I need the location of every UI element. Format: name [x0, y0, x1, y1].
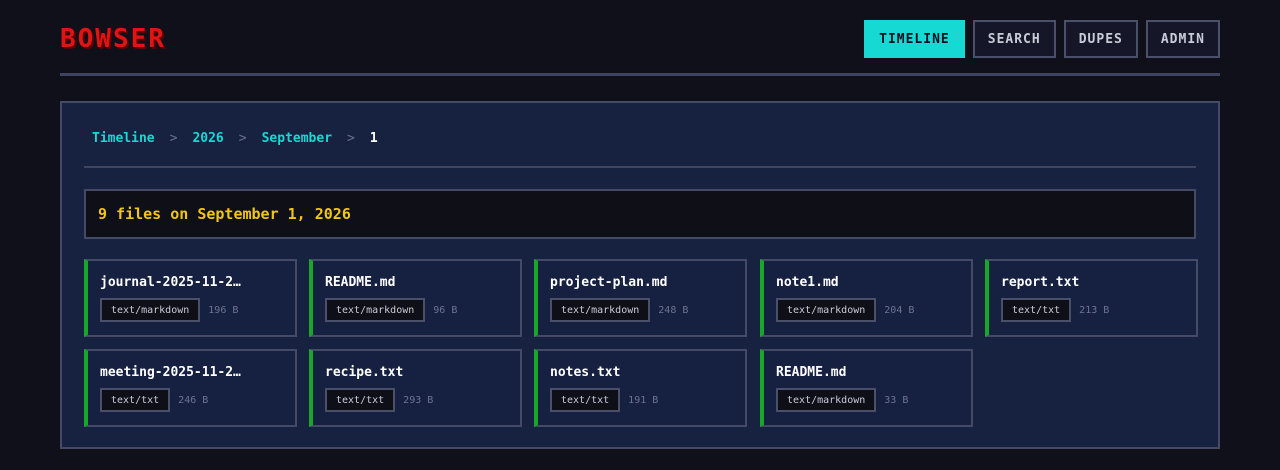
file-meta: text/markdown 248 B — [550, 298, 688, 322]
app-header: BOWSER TIMELINE SEARCH DUPES ADMIN — [60, 20, 1220, 58]
breadcrumb-separator: > — [347, 130, 355, 146]
mime-type-badge: text/markdown — [776, 388, 877, 412]
file-card[interactable]: meeting-2025-11-2… text/txt 246 B — [84, 349, 297, 427]
header-divider — [60, 73, 1220, 76]
file-size: 293 B — [403, 394, 434, 406]
mime-type-badge: text/markdown — [550, 298, 651, 322]
file-count-summary: 9 files on September 1, 2026 — [84, 189, 1196, 239]
breadcrumb-month-link[interactable]: September — [262, 131, 332, 146]
mime-type-badge: text/markdown — [100, 298, 201, 322]
mime-type-badge: text/txt — [100, 388, 171, 412]
file-size: 96 B — [433, 304, 458, 316]
file-name: README.md — [776, 365, 847, 380]
file-name: report.txt — [1001, 275, 1080, 290]
nav-dupes-button[interactable]: DUPES — [1063, 20, 1138, 58]
file-card[interactable]: notes.txt text/txt 191 B — [534, 349, 747, 427]
file-meta: text/markdown 33 B — [776, 388, 908, 412]
breadcrumb-timeline-link[interactable]: Timeline — [92, 131, 155, 146]
mime-type-badge: text/txt — [1001, 298, 1072, 322]
file-name: README.md — [325, 275, 396, 290]
file-card[interactable]: README.md text/markdown 96 B — [309, 259, 522, 337]
breadcrumb-separator: > — [238, 130, 247, 146]
file-size: 213 B — [1079, 304, 1110, 316]
file-name: note1.md — [776, 275, 839, 290]
file-size: 248 B — [658, 304, 689, 316]
file-size: 33 B — [884, 394, 909, 406]
file-name: notes.txt — [550, 365, 621, 380]
file-name: meeting-2025-11-2… — [100, 365, 241, 380]
breadcrumb-separator: > — [169, 130, 178, 146]
breadcrumb-year-link[interactable]: 2026 — [192, 131, 223, 146]
file-name: recipe.txt — [325, 365, 404, 380]
breadcrumb: Timeline > 2026 > September > 1 — [92, 129, 378, 147]
nav-timeline-button[interactable]: TIMELINE — [864, 20, 965, 58]
file-card[interactable]: README.md text/markdown 33 B — [760, 349, 973, 427]
file-card[interactable]: recipe.txt text/txt 293 B — [309, 349, 522, 427]
nav-search-button[interactable]: SEARCH — [972, 20, 1056, 58]
main-nav: TIMELINE SEARCH DUPES ADMIN — [864, 20, 1220, 58]
timeline-panel: Timeline > 2026 > September > 1 9 files … — [60, 101, 1220, 449]
app-logo[interactable]: BOWSER — [60, 24, 166, 54]
file-size: 191 B — [628, 394, 659, 406]
file-meta: text/markdown 96 B — [325, 298, 457, 322]
file-meta: text/txt 246 B — [100, 388, 208, 412]
file-meta: text/txt 191 B — [550, 388, 658, 412]
file-meta: text/markdown 196 B — [100, 298, 238, 322]
file-card[interactable]: project-plan.md text/markdown 248 B — [534, 259, 747, 337]
mime-type-badge: text/markdown — [776, 298, 877, 322]
summary-text: 9 files on September 1, 2026 — [98, 205, 351, 223]
mime-type-badge: text/txt — [325, 388, 396, 412]
file-name: project-plan.md — [550, 275, 668, 290]
breadcrumb-current-day: 1 — [369, 130, 378, 146]
file-meta: text/markdown 204 B — [776, 298, 914, 322]
panel-divider — [84, 166, 1196, 168]
file-card[interactable]: report.txt text/txt 213 B — [985, 259, 1198, 337]
file-size: 196 B — [208, 304, 239, 316]
mime-type-badge: text/markdown — [325, 298, 426, 322]
mime-type-badge: text/txt — [550, 388, 621, 412]
file-size: 246 B — [178, 394, 209, 406]
file-name: journal-2025-11-2… — [100, 275, 241, 290]
nav-admin-button[interactable]: ADMIN — [1145, 20, 1220, 58]
file-meta: text/txt 213 B — [1001, 298, 1109, 322]
file-card[interactable]: note1.md text/markdown 204 B — [760, 259, 973, 337]
file-meta: text/txt 293 B — [325, 388, 433, 412]
file-size: 204 B — [884, 304, 915, 316]
file-card[interactable]: journal-2025-11-2… text/markdown 196 B — [84, 259, 297, 337]
